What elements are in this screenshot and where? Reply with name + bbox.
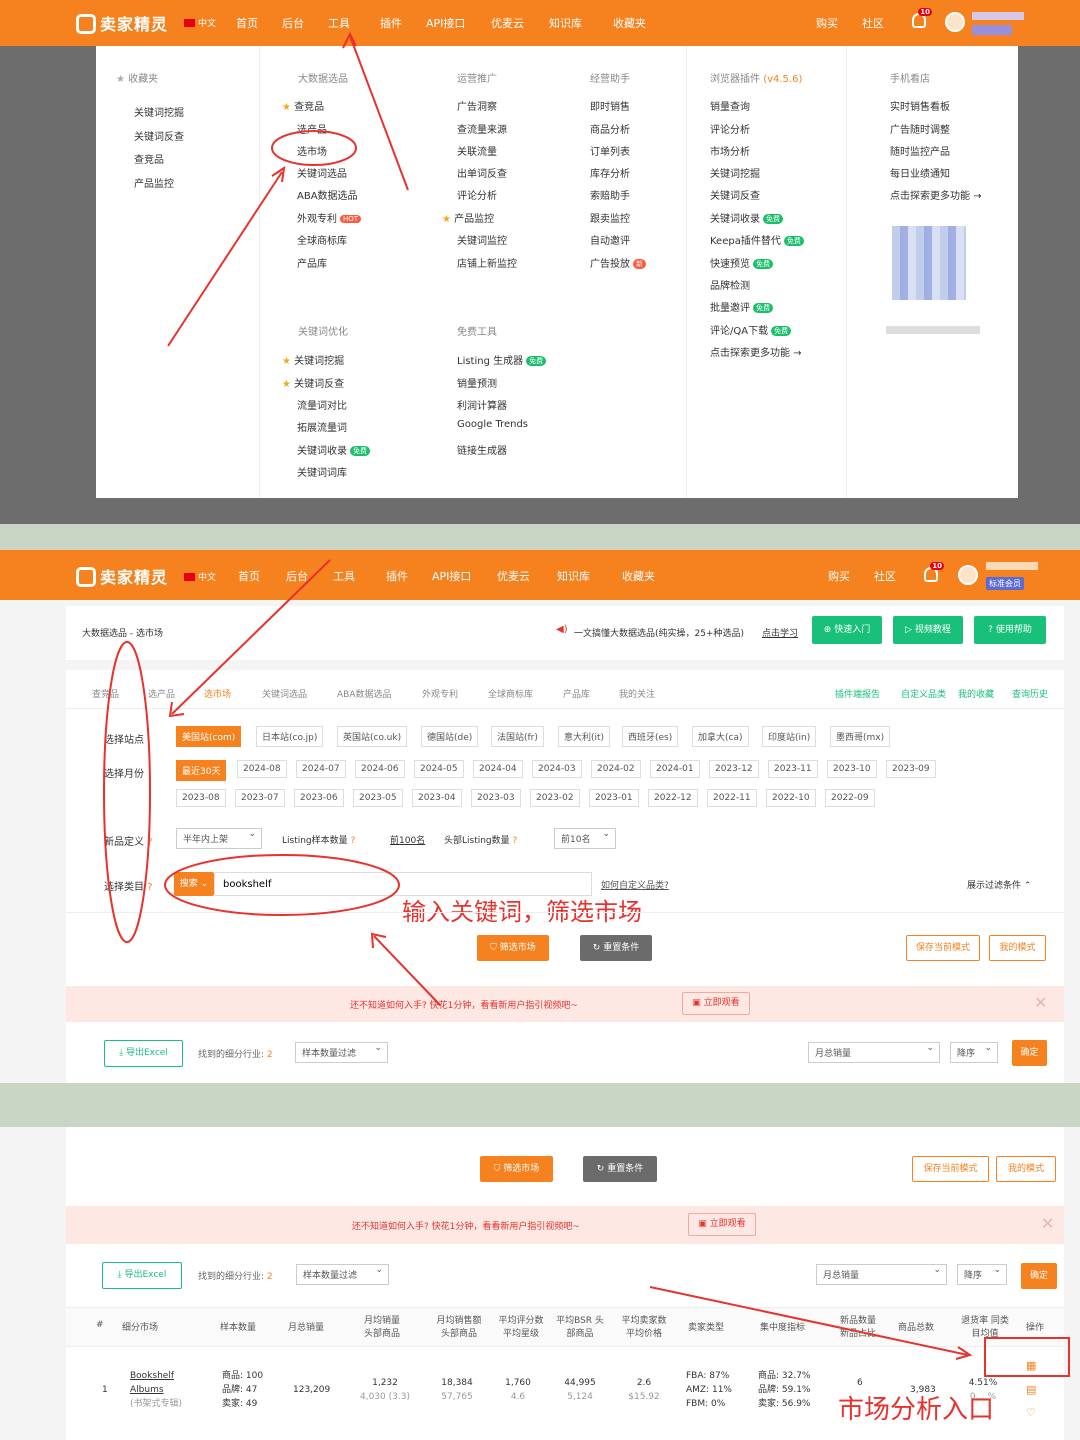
annotation-arrow bbox=[171, 559, 331, 715]
annotation-circle bbox=[164, 854, 400, 916]
annotation-arrow bbox=[649, 1286, 969, 1356]
panel-result-table: ⛉ 筛选市场 ↻ 重置条件 保存当前模式 我的模式 还不知道如何入手? 快花1分… bbox=[0, 1127, 1080, 1440]
panel-market-filter: 卖家精灵 中文 首页 后台 工具 插件 API接口 优麦云 知识库 收藏夹 购买… bbox=[0, 550, 1080, 1083]
annotation-arrow bbox=[349, 35, 409, 191]
annotation-arrow bbox=[167, 171, 283, 347]
annotation-overlay bbox=[103, 559, 441, 1006]
annotation-circle bbox=[271, 130, 357, 166]
annotation-overlay bbox=[167, 31, 409, 347]
annotation-box bbox=[984, 1337, 1070, 1377]
annotation-overlay bbox=[649, 1286, 1070, 1377]
annotation-arrow bbox=[373, 935, 441, 1006]
annotation-circle bbox=[103, 641, 151, 943]
panel-tools-menu: 卖家精灵 中文 首页 后台 工具 插件 API接口 优麦云 知识库 收藏夹 购买… bbox=[0, 0, 1080, 524]
